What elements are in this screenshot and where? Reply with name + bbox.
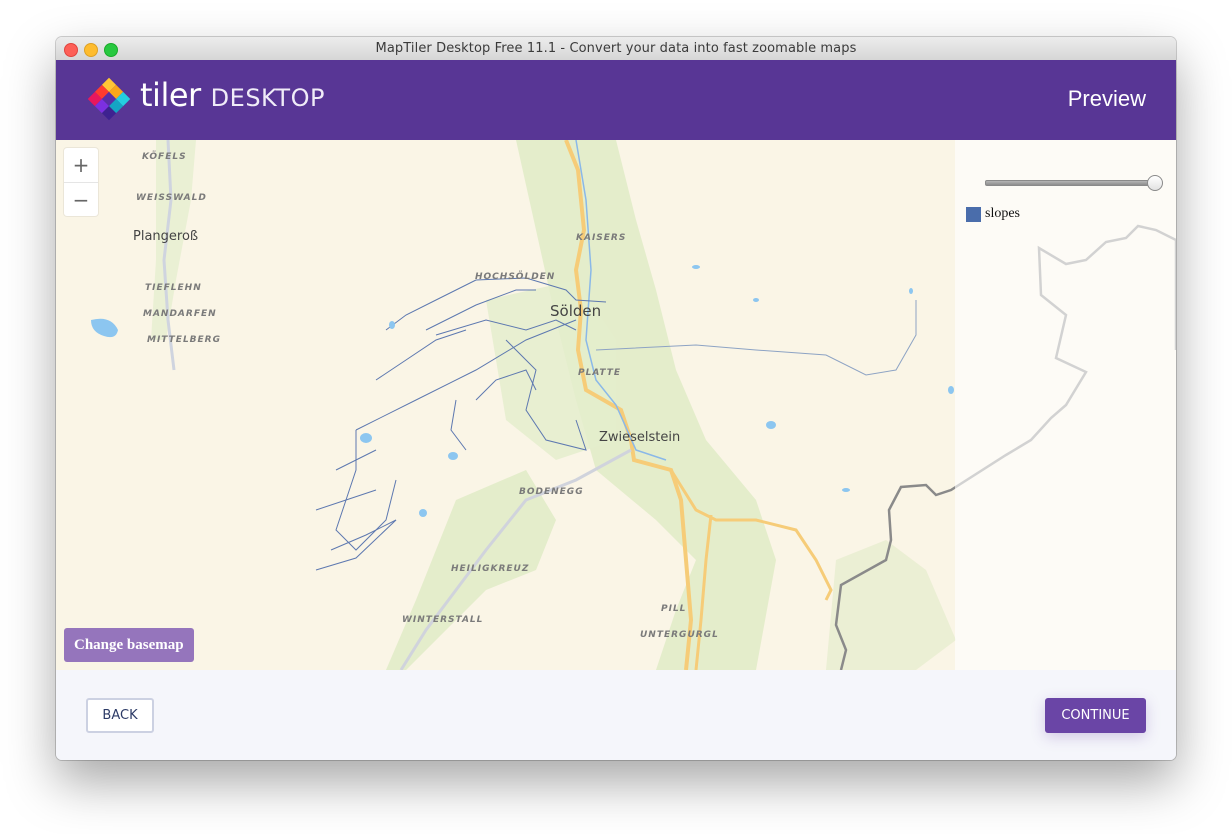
window-title: MapTiler Desktop Free 11.1 - Convert you… xyxy=(375,41,857,56)
place-label: UNTERGURGL xyxy=(640,630,719,640)
lake xyxy=(419,509,427,517)
lake xyxy=(766,421,776,429)
brand-light: tiler xyxy=(140,76,201,114)
slider-track[interactable] xyxy=(985,180,1155,186)
lake xyxy=(389,321,395,329)
place-label: BODENEGG xyxy=(519,487,584,497)
lake xyxy=(91,318,118,338)
zoom-out-button[interactable]: − xyxy=(64,183,98,217)
maptiler-logo-icon xyxy=(87,77,131,121)
title-bar: MapTiler Desktop Free 11.1 - Convert you… xyxy=(56,37,1176,61)
lake xyxy=(842,488,850,492)
app-header: maptilerDESKTOP Preview xyxy=(56,60,1176,709)
map-view[interactable]: KÖFELS WEISSWALD Plangeroß TIEFLEHN MAND… xyxy=(56,140,1176,670)
legend-swatch xyxy=(966,206,981,222)
lake xyxy=(948,386,954,394)
lake xyxy=(909,288,913,294)
place-label: HEILIGKREUZ xyxy=(451,564,530,574)
lake xyxy=(692,265,700,269)
legend-label: slopes xyxy=(985,206,1020,221)
brand-wordmark: maptilerDESKTOP xyxy=(140,76,1176,709)
footer-bar: BACK CONTINUE xyxy=(56,670,1176,760)
brand-product: DESKTOP xyxy=(210,84,325,112)
place-label: Plangeroß xyxy=(133,229,199,244)
lake xyxy=(360,433,372,443)
place-label: Sölden xyxy=(550,302,602,320)
place-label: MANDARFEN xyxy=(143,309,217,319)
place-label: PLATTE xyxy=(578,368,622,378)
place-label: MITTELBERG xyxy=(147,335,221,345)
zoom-control: + − xyxy=(64,148,98,216)
place-label: HOCHSÖLDEN xyxy=(475,272,556,282)
place-label: KAISERS xyxy=(576,233,627,243)
layer-legend: slopes xyxy=(966,206,1020,222)
app-window: MapTiler Desktop Free 11.1 - Convert you… xyxy=(56,37,1176,760)
place-label: PILL xyxy=(661,604,687,614)
page-title: Preview xyxy=(1067,86,1146,111)
change-basemap-button[interactable]: Change basemap xyxy=(64,628,194,662)
place-label: Zwieselstein xyxy=(599,430,681,445)
back-button[interactable]: BACK xyxy=(86,698,154,733)
continue-button[interactable]: CONTINUE xyxy=(1045,698,1146,733)
lake xyxy=(448,452,458,460)
zoom-in-button[interactable]: + xyxy=(64,148,98,182)
lake xyxy=(753,298,759,302)
place-label: TIEFLEHN xyxy=(145,283,202,293)
place-label: WINTERSTALL xyxy=(402,615,484,625)
place-label: WEISSWALD xyxy=(136,193,207,203)
place-label: KÖFELS xyxy=(142,152,187,162)
slider-thumb[interactable] xyxy=(1147,175,1163,191)
opacity-slider[interactable] xyxy=(985,175,1163,191)
